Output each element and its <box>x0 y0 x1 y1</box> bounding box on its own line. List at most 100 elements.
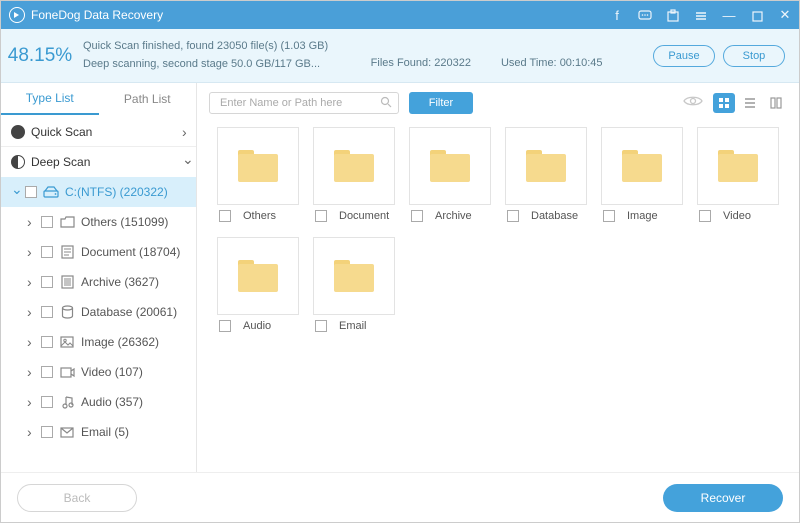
checkbox[interactable] <box>41 336 53 348</box>
drive-icon <box>43 185 59 199</box>
checkbox[interactable] <box>219 210 231 222</box>
search-input[interactable]: Enter Name or Path here <box>209 92 399 114</box>
grid-item[interactable]: Document <box>313 127 395 227</box>
folder-icon <box>334 150 374 182</box>
tree-item-label: Audio (357) <box>81 395 196 409</box>
tree-drive[interactable]: C:(NTFS) (220322) <box>1 177 196 207</box>
tree-item[interactable]: Document (18704) <box>27 237 196 267</box>
back-button[interactable]: Back <box>17 484 137 512</box>
grid-item[interactable]: Audio <box>217 237 299 337</box>
grid-item-label: Archive <box>435 210 472 222</box>
close-icon[interactable]: ✕ <box>771 7 799 23</box>
folder-icon <box>334 260 374 292</box>
app-window: FoneDog Data Recovery f — ✕ 48.15% Quick… <box>0 0 800 523</box>
checkbox[interactable] <box>507 210 519 222</box>
tree-item[interactable]: Others (151099) <box>27 207 196 237</box>
feedback-icon[interactable] <box>631 7 659 23</box>
checkbox[interactable] <box>603 210 615 222</box>
grid-item[interactable]: Others <box>217 127 299 227</box>
chevron-down-icon <box>11 184 25 201</box>
grid-item-label: Others <box>243 210 276 222</box>
main-panel: Enter Name or Path here Filter Others Doc… <box>197 83 799 472</box>
grid-item[interactable]: Video <box>697 127 779 227</box>
tree-item[interactable]: Email (5) <box>27 417 196 447</box>
minimize-icon[interactable]: — <box>715 8 743 23</box>
checkbox[interactable] <box>315 320 327 332</box>
facebook-icon[interactable]: f <box>603 8 631 23</box>
tree-item-label: Image (26362) <box>81 335 196 349</box>
scan-status-line2: Deep scanning, second stage 50.0 GB/117 … <box>83 56 328 74</box>
chevron-right-icon <box>27 214 41 230</box>
category-icon <box>59 275 75 289</box>
grid-item[interactable]: Email <box>313 237 395 337</box>
menu-icon[interactable] <box>687 7 715 23</box>
category-icon <box>59 425 75 439</box>
checkbox[interactable] <box>25 186 37 198</box>
filter-button[interactable]: Filter <box>409 92 473 114</box>
view-detail-button[interactable] <box>765 93 787 113</box>
clock-full-icon <box>11 125 25 139</box>
tree-item[interactable]: Image (26362) <box>27 327 196 357</box>
tree-item[interactable]: Video (107) <box>27 357 196 387</box>
app-title: FoneDog Data Recovery <box>31 8 163 22</box>
tab-path-list[interactable]: Path List <box>99 83 197 115</box>
pause-button[interactable]: Pause <box>653 45 715 67</box>
checkbox[interactable] <box>699 210 711 222</box>
category-icon <box>59 365 75 379</box>
view-grid-button[interactable] <box>713 93 735 113</box>
footer: Back Recover <box>1 472 799 522</box>
tree-item[interactable]: Archive (3627) <box>27 267 196 297</box>
preview-icon[interactable] <box>683 94 703 113</box>
search-placeholder: Enter Name or Path here <box>216 97 380 109</box>
folder-thumb <box>601 127 683 205</box>
scan-status-lines: Quick Scan finished, found 23050 file(s)… <box>79 38 328 73</box>
folder-thumb <box>313 237 395 315</box>
checkbox[interactable] <box>41 216 53 228</box>
checkbox[interactable] <box>41 306 53 318</box>
tree-item[interactable]: Database (20061) <box>27 297 196 327</box>
grid-item-label: Database <box>531 210 578 222</box>
checkbox[interactable] <box>41 366 53 378</box>
checkbox[interactable] <box>219 320 231 332</box>
grid-item-label: Document <box>339 210 389 222</box>
tree-quick-scan[interactable]: Quick Scan <box>1 117 196 147</box>
register-icon[interactable] <box>659 7 687 23</box>
checkbox[interactable] <box>41 426 53 438</box>
grid-item[interactable]: Archive <box>409 127 491 227</box>
chevron-right-icon <box>27 364 41 380</box>
category-icon <box>59 395 75 409</box>
chevron-right-icon <box>27 244 41 260</box>
chevron-right-icon <box>27 394 41 410</box>
grid-item[interactable]: Database <box>505 127 587 227</box>
stop-button[interactable]: Stop <box>723 45 785 67</box>
checkbox[interactable] <box>41 246 53 258</box>
recover-button[interactable]: Recover <box>663 484 783 512</box>
files-found: Files Found: 220322 <box>371 57 471 69</box>
chevron-down-icon <box>182 154 196 171</box>
folder-thumb <box>313 127 395 205</box>
sidebar: Type List Path List Quick Scan Deep Scan <box>1 83 197 472</box>
chevron-right-icon <box>182 124 196 140</box>
grid-item[interactable]: Image <box>601 127 683 227</box>
view-list-button[interactable] <box>739 93 761 113</box>
tab-type-list[interactable]: Type List <box>1 83 99 115</box>
folder-icon <box>526 150 566 182</box>
category-icon <box>59 215 75 229</box>
tree-item-label: Email (5) <box>81 425 196 439</box>
grid-item-label: Audio <box>243 320 271 332</box>
grid-item-label: Email <box>339 320 367 332</box>
clock-half-icon <box>11 155 25 169</box>
tree-item[interactable]: Audio (357) <box>27 387 196 417</box>
checkbox[interactable] <box>41 396 53 408</box>
tree-item-label: Others (151099) <box>81 215 196 229</box>
checkbox[interactable] <box>41 276 53 288</box>
tree-deep-scan[interactable]: Deep Scan <box>1 147 196 177</box>
checkbox[interactable] <box>411 210 423 222</box>
checkbox[interactable] <box>315 210 327 222</box>
folder-icon <box>430 150 470 182</box>
folder-icon <box>238 150 278 182</box>
grid-item-label: Video <box>723 210 751 222</box>
maximize-icon[interactable] <box>743 8 771 23</box>
app-logo-icon <box>9 7 25 23</box>
tree-item-label: Document (18704) <box>81 245 196 259</box>
